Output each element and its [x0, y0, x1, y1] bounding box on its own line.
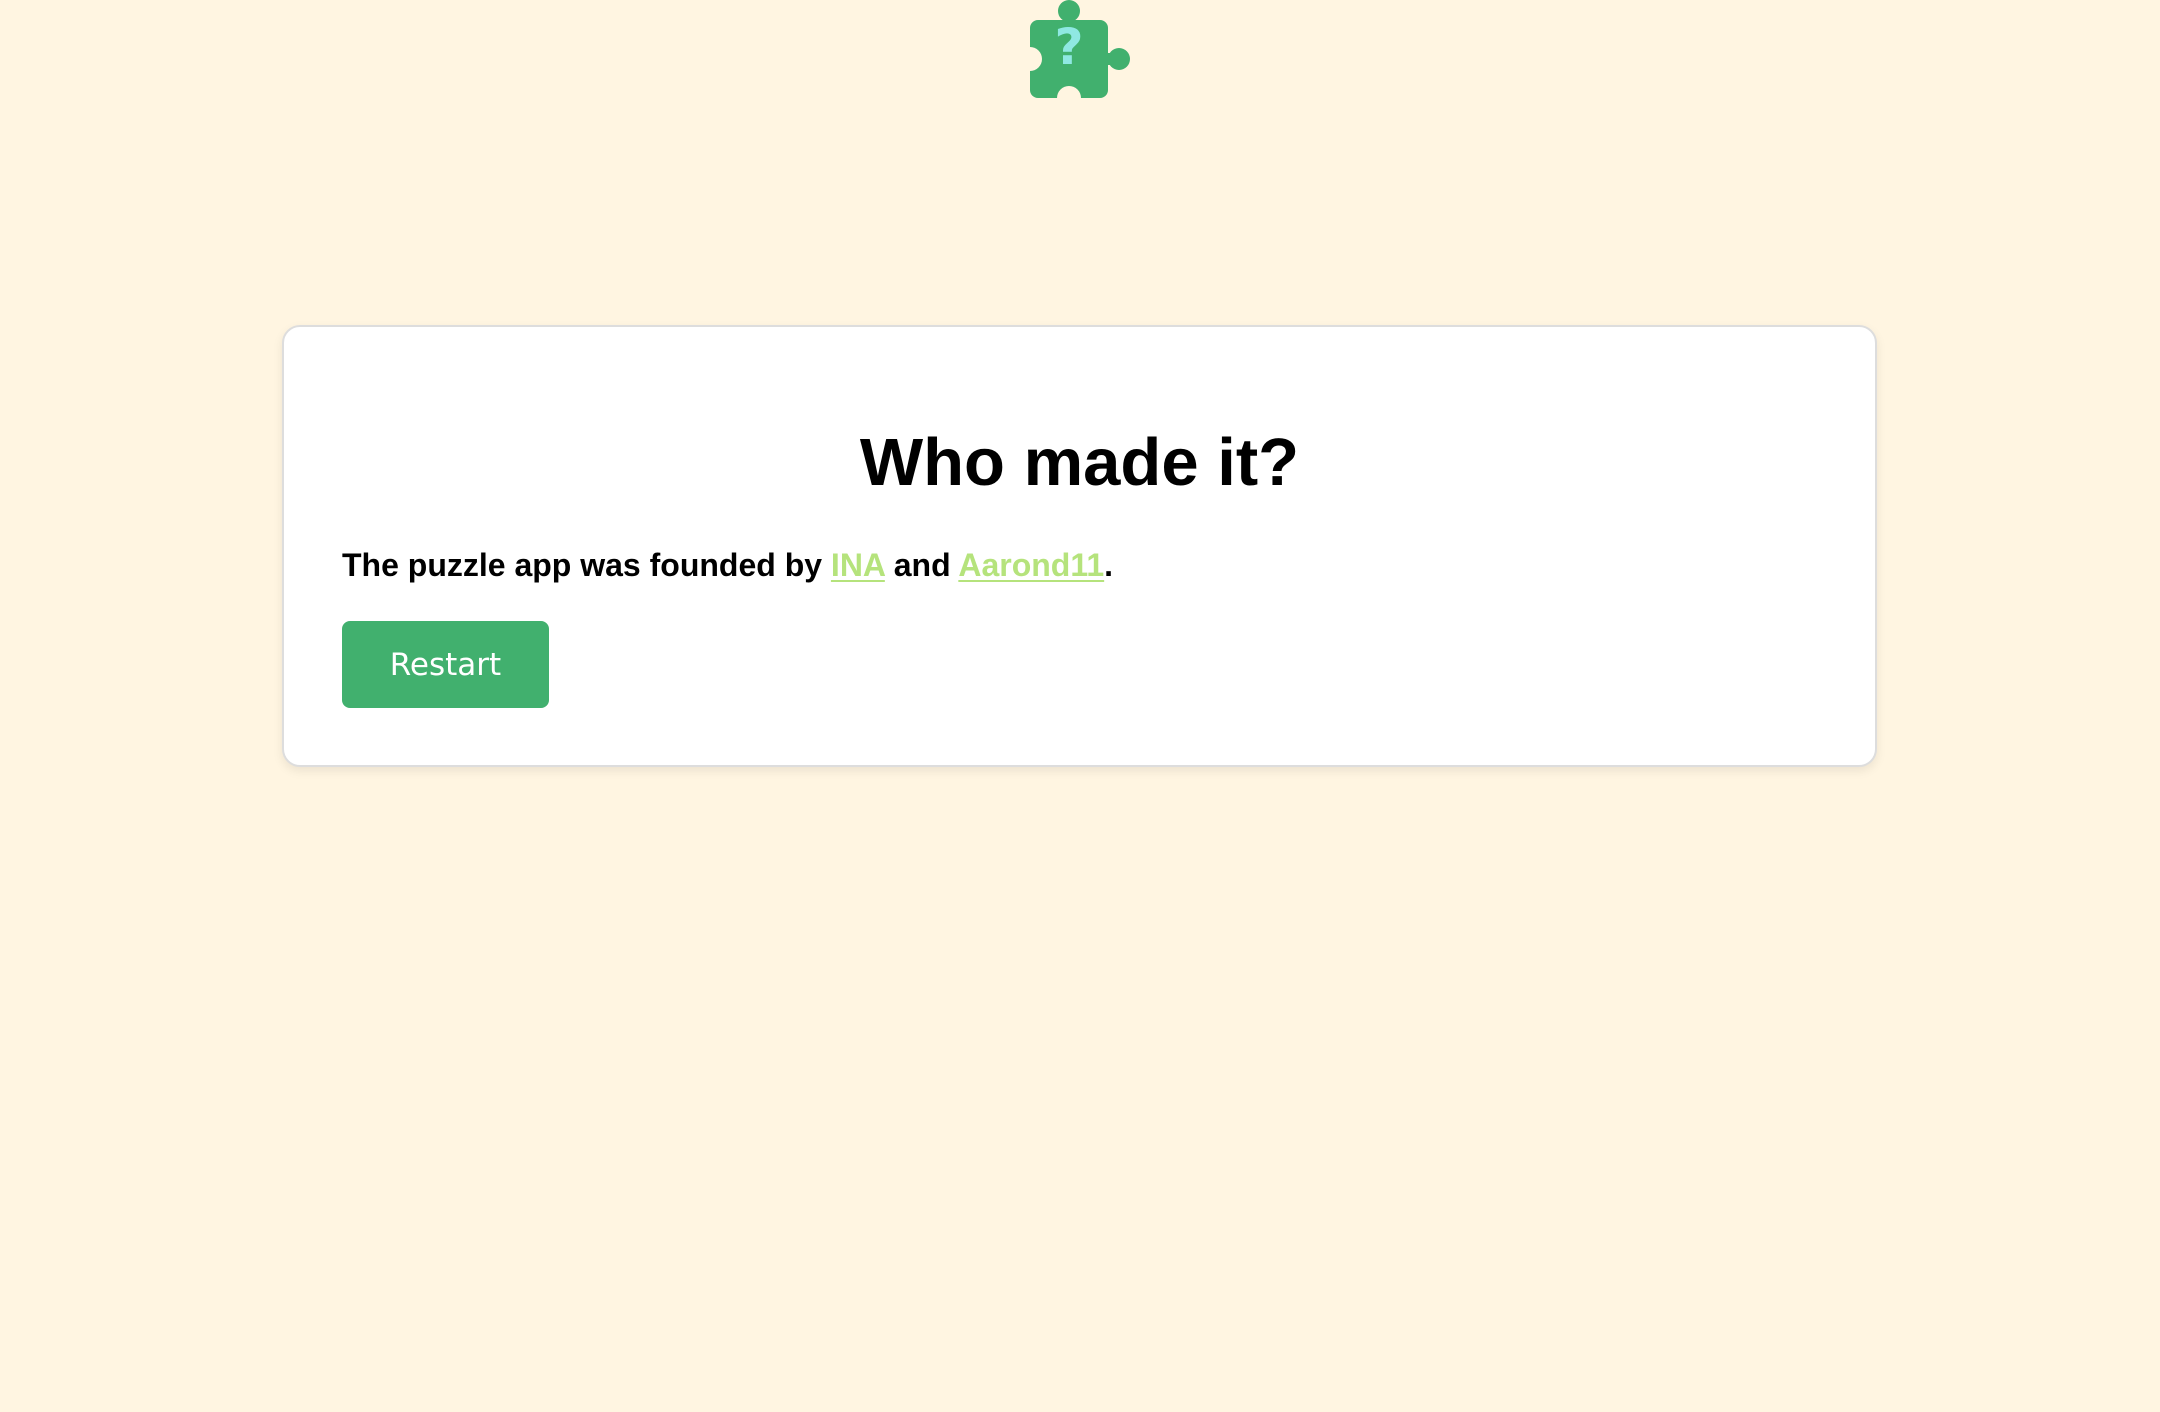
founders-mid: and: [884, 547, 959, 583]
restart-button[interactable]: Restart: [342, 621, 549, 708]
page-title: Who made it?: [859, 425, 1300, 500]
page: ? Who made it? The puzzle app was founde…: [0, 0, 2160, 1412]
puzzle-question-icon: ?: [1020, 0, 1140, 100]
founders-suffix: .: [1104, 547, 1114, 583]
svg-text:?: ?: [1054, 18, 1083, 76]
founder-link-ina[interactable]: INA: [831, 547, 885, 583]
about-card: Who made it? The puzzle app was founded …: [282, 325, 1877, 767]
founder-link-aarond11[interactable]: Aarond11: [958, 547, 1104, 583]
founders-text: The puzzle app was founded by INA and Aa…: [342, 549, 1113, 581]
founders-prefix: The puzzle app was founded by: [342, 547, 831, 583]
